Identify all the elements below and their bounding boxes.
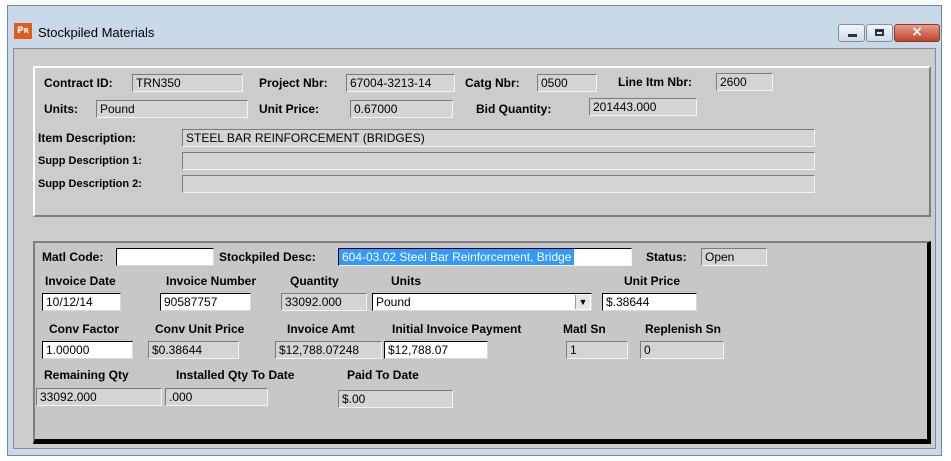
matl-sn-field[interactable]: 1: [566, 341, 628, 359]
close-button[interactable]: ×: [894, 24, 940, 42]
contract-id-label: Contract ID:: [44, 76, 113, 90]
detail-unit-price-field[interactable]: $.38644: [602, 293, 697, 311]
line-itm-nbr-field[interactable]: 2600: [716, 73, 773, 91]
invoice-number-label: Invoice Number: [166, 274, 257, 288]
minimize-button[interactable]: [838, 24, 865, 42]
project-nbr-field[interactable]: 67004-3213-14: [346, 74, 455, 92]
remaining-qty-field[interactable]: 33092.000: [36, 388, 162, 406]
conv-factor-label: Conv Factor: [49, 322, 120, 336]
supp-description-2-label: Supp Description 2:: [38, 178, 142, 190]
maximize-button[interactable]: [866, 24, 893, 42]
supp-description-2-field[interactable]: [182, 175, 815, 193]
unit-price-label: Unit Price:: [259, 102, 320, 116]
app-icon[interactable]: PR: [14, 23, 32, 39]
invoice-amt-field[interactable]: $12,788.07248: [275, 341, 382, 359]
unit-price-field[interactable]: 0.67000: [350, 100, 453, 118]
invoice-date-field[interactable]: 10/12/14: [42, 293, 121, 311]
units-field[interactable]: Pound: [96, 100, 248, 118]
unit-price-column-label: Unit Price: [624, 274, 681, 288]
supp-description-1-label: Supp Description 1:: [38, 155, 142, 167]
client-area: Contract ID: TRN350 Project Nbr: 67004-3…: [13, 48, 936, 449]
stockpiled-desc-field[interactable]: 604-03.02 Steel Bar Reinforcement, Bridg…: [338, 248, 632, 266]
minimize-icon: [848, 34, 857, 37]
app-icon-sub-letter: R: [23, 27, 29, 35]
replenish-sn-label: Replenish Sn: [645, 322, 722, 336]
stockpile-detail-panel: Matl Code: Stockpiled Desc: 604-03.02 St…: [33, 241, 931, 444]
supp-description-1-field[interactable]: [182, 152, 815, 170]
project-nbr-label: Project Nbr:: [259, 76, 328, 90]
paid-to-date-label: Paid To Date: [347, 368, 419, 382]
status-field[interactable]: Open: [701, 248, 767, 266]
conv-unit-price-label: Conv Unit Price: [155, 322, 245, 336]
close-icon: ×: [911, 24, 923, 40]
invoice-date-label: Invoice Date: [45, 274, 116, 288]
stockpiled-materials-window: PR Stockpiled Materials × Contract ID: T…: [7, 5, 942, 456]
stockpiled-desc-label: Stockpiled Desc:: [219, 250, 316, 264]
maximize-icon: [875, 29, 884, 36]
stockpiled-desc-value: 604-03.02 Steel Bar Reinforcement, Bridg…: [339, 249, 575, 265]
initial-invoice-payment-field[interactable]: $12,788.07: [384, 341, 488, 359]
paid-to-date-field[interactable]: $.00: [338, 390, 453, 408]
invoice-number-field[interactable]: 90587757: [160, 293, 251, 311]
contract-id-field[interactable]: TRN350: [132, 74, 243, 92]
matl-code-label: Matl Code:: [42, 250, 104, 264]
title-bar[interactable]: PR Stockpiled Materials ×: [8, 6, 941, 48]
item-description-field[interactable]: STEEL BAR REINFORCEMENT (BRIDGES): [182, 129, 815, 147]
units-column-label: Units: [391, 274, 421, 288]
replenish-sn-field[interactable]: 0: [640, 341, 724, 359]
matl-code-field[interactable]: [116, 248, 214, 266]
window-title: Stockpiled Materials: [38, 25, 155, 40]
chevron-down-icon[interactable]: ▼: [575, 295, 590, 309]
units-label: Units:: [44, 102, 78, 116]
quantity-label: Quantity: [290, 274, 339, 288]
units-dropdown-value: Pound: [376, 295, 411, 309]
catg-nbr-field[interactable]: 0500: [537, 74, 597, 92]
app-icon-letter: P: [17, 26, 24, 36]
invoice-amt-label: Invoice Amt: [287, 322, 355, 336]
units-dropdown[interactable]: Pound ▼: [372, 293, 592, 311]
bid-quantity-label: Bid Quantity:: [476, 102, 552, 116]
quantity-field[interactable]: 33092.000: [281, 293, 367, 311]
contract-header-panel: Contract ID: TRN350 Project Nbr: 67004-3…: [33, 66, 931, 217]
installed-qty-field[interactable]: .000: [165, 388, 268, 406]
installed-qty-label: Installed Qty To Date: [176, 368, 295, 382]
catg-nbr-label: Catg Nbr:: [465, 76, 520, 90]
remaining-qty-label: Remaining Qty: [44, 368, 129, 382]
status-label: Status:: [646, 250, 687, 264]
line-itm-nbr-label: Line Itm Nbr:: [618, 75, 692, 89]
conv-factor-field[interactable]: 1.00000: [42, 341, 133, 359]
initial-invoice-payment-label: Initial Invoice Payment: [392, 322, 522, 336]
matl-sn-label: Matl Sn: [563, 322, 606, 336]
conv-unit-price-field[interactable]: $0.38644: [148, 341, 239, 359]
bid-quantity-field[interactable]: 201443.000: [589, 98, 697, 116]
item-description-label: Item Description:: [38, 131, 137, 145]
